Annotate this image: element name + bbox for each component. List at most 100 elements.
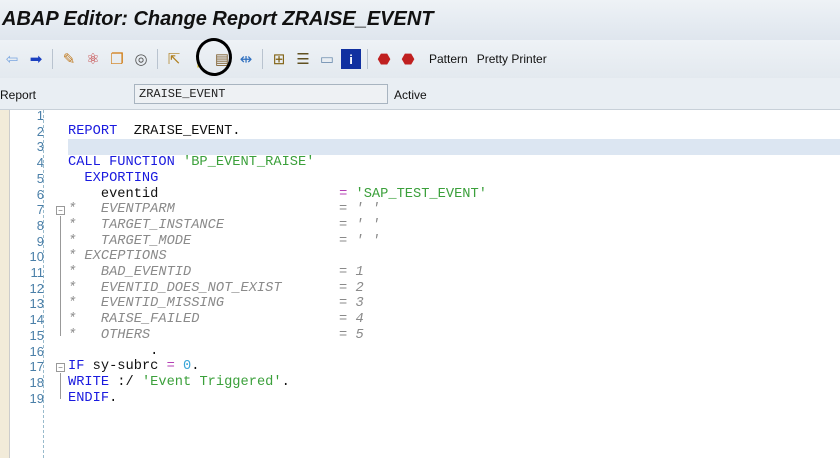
code-token: . bbox=[281, 374, 290, 390]
code-line[interactable]: 4 CALL FUNCTION 'BP_EVENT_RAISE' bbox=[0, 155, 840, 171]
code-line[interactable]: 12 * EVENTID_DOES_NOT_EXIST = 2 bbox=[0, 281, 840, 297]
code-line[interactable]: 19 ENDIF. bbox=[0, 391, 840, 407]
current-line-highlight bbox=[68, 139, 840, 156]
line-number: 12 bbox=[29, 280, 44, 296]
code-line[interactable]: 8 * TARGET_INSTANCE = ' ' bbox=[0, 218, 840, 234]
report-header: Report ZRAISE_EVENT Active bbox=[0, 78, 840, 110]
fold-toggle-icon[interactable]: − bbox=[56, 363, 65, 373]
code-text: IF sy-subrc = 0. bbox=[68, 359, 199, 374]
code-token: :/ bbox=[117, 374, 142, 390]
code-line[interactable]: 9 * TARGET_MODE = ' ' bbox=[0, 234, 840, 250]
fold-bracket bbox=[60, 216, 61, 336]
code-line[interactable]: 13 * EVENTID_MISSING = 3 bbox=[0, 296, 840, 312]
string-token: 'BP_EVENT_RAISE' bbox=[183, 155, 315, 171]
display-icon[interactable]: ▭ bbox=[317, 49, 337, 69]
code-token: . bbox=[191, 359, 200, 375]
object-tree-icon[interactable]: ⊞ bbox=[269, 49, 289, 69]
code-line[interactable]: 17 IF sy-subrc = 0. − bbox=[0, 359, 840, 375]
line-number: 3 bbox=[36, 139, 44, 155]
comment-token: * EVENTID_DOES_NOT_EXIST = 2 bbox=[68, 280, 364, 296]
line-number: 1 bbox=[36, 108, 44, 123]
line-number: 6 bbox=[36, 186, 44, 202]
line-number: 13 bbox=[29, 296, 44, 312]
line-number: 10 bbox=[29, 249, 44, 265]
code-text: . bbox=[68, 344, 158, 359]
info-icon[interactable]: i bbox=[341, 49, 361, 69]
code-line[interactable]: 1 bbox=[0, 108, 840, 124]
line-number: 4 bbox=[36, 155, 44, 171]
display-object-list-icon[interactable]: ⇱ bbox=[164, 49, 184, 69]
keyword-token: WRITE bbox=[68, 374, 118, 390]
code-line[interactable]: 15 * OTHERS = 5 bbox=[0, 328, 840, 344]
code-line[interactable]: 3 bbox=[0, 139, 840, 156]
code-line[interactable]: 5 EXPORTING bbox=[0, 171, 840, 187]
code-line[interactable]: 11 * BAD_EVENTID = 1 bbox=[0, 265, 840, 281]
check-icon[interactable]: ✎ bbox=[59, 49, 79, 69]
code-token: . bbox=[109, 390, 118, 406]
code-text: * OTHERS = 5 bbox=[68, 328, 364, 343]
keyword-token: CALL FUNCTION bbox=[68, 155, 183, 171]
pretty-printer-button[interactable]: Pretty Printer bbox=[477, 52, 547, 66]
line-number: 2 bbox=[36, 123, 44, 139]
code-line[interactable]: 10 * EXCEPTIONS bbox=[0, 249, 840, 265]
separator bbox=[262, 49, 263, 69]
back-arrow-icon[interactable]: ⇦ bbox=[2, 49, 22, 69]
report-label: Report bbox=[0, 88, 37, 102]
title-bar: ABAP Editor: Change Report ZRAISE_EVENT bbox=[0, 0, 840, 40]
code-token: . bbox=[68, 343, 159, 359]
code-line[interactable]: 6 eventid = 'SAP_TEST_EVENT' bbox=[0, 187, 840, 203]
code-line[interactable]: 18 WRITE :/ 'Event Triggered'. bbox=[0, 375, 840, 391]
line-number: 18 bbox=[29, 374, 44, 390]
code-text: * EVENTPARM = ' ' bbox=[68, 202, 380, 217]
code-token: = bbox=[166, 359, 184, 375]
line-number: 17 bbox=[29, 359, 44, 375]
line-number: 11 bbox=[30, 265, 45, 280]
code-text: * RAISE_FAILED = 4 bbox=[68, 312, 364, 327]
pattern-button[interactable]: Pattern bbox=[429, 52, 468, 66]
code-text: ENDIF. bbox=[68, 391, 117, 406]
line-number: 15 bbox=[29, 327, 44, 343]
other-object-icon[interactable]: ❐ bbox=[107, 49, 127, 69]
code-text: * EVENTID_MISSING = 3 bbox=[68, 296, 364, 311]
code-line[interactable]: 7 * EVENTPARM = ' ' − bbox=[0, 202, 840, 218]
code-text: eventid = 'SAP_TEST_EVENT' bbox=[68, 187, 487, 202]
code-line[interactable]: 14 * RAISE_FAILED = 4 bbox=[0, 312, 840, 328]
fold-bracket bbox=[60, 373, 61, 399]
keyword-token: REPORT bbox=[68, 123, 118, 139]
line-number: 14 bbox=[29, 312, 44, 328]
code-token: sy-subrc bbox=[92, 359, 167, 375]
comment-token: * TARGET_INSTANCE = ' ' bbox=[68, 217, 381, 233]
comment-token: * EVENTID_MISSING = 3 bbox=[68, 296, 364, 312]
comment-token: * BAD_EVENTID = 1 bbox=[68, 265, 364, 280]
comment-token: * TARGET_MODE = ' ' bbox=[68, 233, 381, 249]
code-line[interactable]: 2 REPORT ZRAISE_EVENT. bbox=[0, 124, 840, 140]
code-text: REPORT ZRAISE_EVENT. bbox=[68, 124, 241, 139]
navigation-icon[interactable]: ⇹ bbox=[236, 49, 256, 69]
code-text: CALL FUNCTION 'BP_EVENT_RAISE' bbox=[68, 155, 314, 170]
line-number: 7 bbox=[36, 202, 44, 218]
stop-user-icon[interactable]: ⬣ bbox=[398, 49, 418, 69]
report-status: Active bbox=[394, 88, 427, 102]
fold-toggle-icon[interactable]: − bbox=[56, 206, 65, 216]
keyword-token: IF bbox=[68, 359, 93, 375]
code-text: * EVENTID_DOES_NOT_EXIST = 2 bbox=[68, 281, 364, 296]
stop-icon[interactable]: ⬣ bbox=[374, 49, 394, 69]
separator bbox=[52, 49, 53, 69]
line-number: 19 bbox=[29, 390, 44, 406]
keyword-token: EXPORTING bbox=[68, 170, 159, 186]
activate-icon[interactable]: ⚛ bbox=[83, 49, 103, 69]
code-token: eventid bbox=[68, 186, 340, 202]
code-text: EXPORTING bbox=[68, 171, 158, 186]
code-token: = bbox=[339, 186, 356, 202]
window-title: ABAP Editor: Change Report ZRAISE_EVENT bbox=[2, 8, 434, 30]
string-token: 'Event Triggered' bbox=[141, 374, 282, 390]
line-number: 9 bbox=[36, 233, 44, 249]
code-text: WRITE :/ 'Event Triggered'. bbox=[68, 375, 290, 390]
comment-token: * EXCEPTIONS bbox=[68, 249, 167, 265]
code-text: * EXCEPTIONS bbox=[68, 249, 167, 264]
code-line[interactable]: 16 . bbox=[0, 344, 840, 360]
forward-arrow-icon[interactable]: ➡ bbox=[26, 49, 46, 69]
report-name-field[interactable]: ZRAISE_EVENT bbox=[134, 84, 388, 104]
where-used-icon[interactable]: ◎ bbox=[131, 49, 151, 69]
stack-icon[interactable]: ☰ bbox=[293, 49, 313, 69]
